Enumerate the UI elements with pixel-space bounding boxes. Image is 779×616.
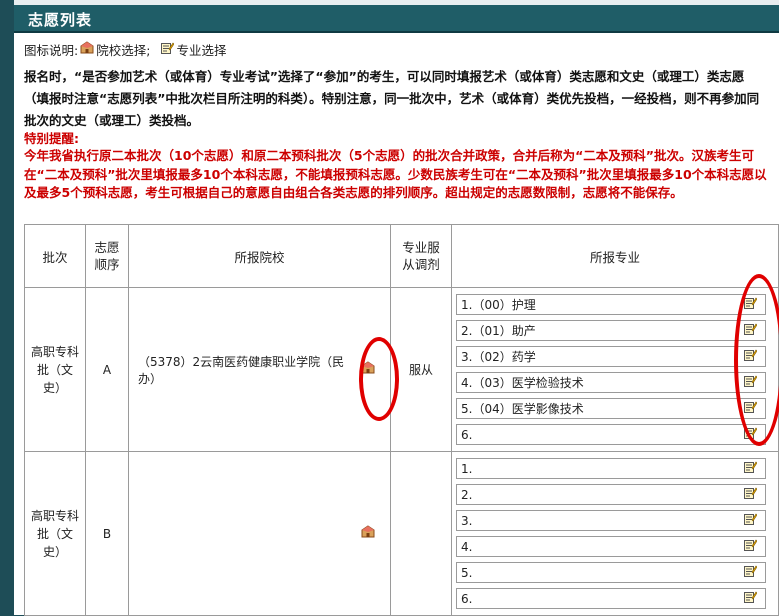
major-label: 6. [461, 427, 473, 442]
header-batch: 批次 [24, 224, 86, 288]
header-adjust: 专业服从调剂 [390, 224, 452, 288]
list-item: 5.（04）医学影像技术 [456, 398, 766, 419]
list-item: 2. [456, 484, 766, 505]
header-majors: 所报专业 [451, 224, 779, 288]
edit-note-icon[interactable] [743, 564, 758, 581]
edit-note-icon[interactable] [743, 486, 758, 503]
legend-prefix: 图标说明: [24, 43, 79, 58]
major-label: 3. [461, 513, 473, 528]
major-label: 6. [461, 591, 473, 606]
annotation-ring-school [359, 337, 399, 421]
list-item: 4. [456, 536, 766, 557]
row-a-school-cell: （5378）2云南医药健康职业学院（民办） [128, 287, 391, 452]
major-label: 4. [461, 539, 473, 554]
reminder-title: 特别提醒: [24, 131, 79, 146]
wish-table: 批次 志愿顺序 所报院校 专业服从调剂 所报专业 高职专科批（文史） A （53… [24, 224, 779, 616]
row-a-batch: 高职专科批（文史） [24, 287, 86, 452]
row-b-school-cell [128, 451, 391, 616]
legend-school-label: 院校选择; [96, 43, 151, 58]
list-item: 3.（02）药学 [456, 346, 766, 367]
title-bar: 志愿列表 [14, 0, 779, 33]
major-label: 1. [461, 461, 473, 476]
row-b-order: B [85, 451, 129, 616]
house-icon[interactable] [361, 525, 375, 542]
row-a-majors-cell: 1.（00）护理 2.（01）助产 3.（02）药学 4.（03）医学检验技术 5.（0… [451, 287, 779, 452]
major-label: 2.（01）助产 [461, 324, 536, 338]
list-item: 6. [456, 424, 766, 445]
row-b-majors-cell: 1. 2. 3. 4. 5. 6. [451, 451, 779, 616]
edit-note-icon [160, 41, 175, 58]
row-a-order: A [85, 287, 129, 452]
row-b-adjust [390, 451, 452, 616]
major-label: 4.（03）医学检验技术 [461, 376, 584, 390]
list-item: 2.（01）助产 [456, 320, 766, 341]
list-item: 3. [456, 510, 766, 531]
header-school: 所报院校 [128, 224, 391, 288]
major-label: 3.（02）药学 [461, 350, 536, 364]
row-a-school-name: （5378）2云南医药健康职业学院（民办） [138, 354, 345, 386]
table-row: 高职专科批（文史） A （5378）2云南医药健康职业学院（民办） 服从 1.（… [24, 287, 779, 452]
legend-major-label: 专业选择 [176, 43, 227, 58]
wish-list-panel: 志愿列表 图标说明: 院校选择; 专业选择 报名时，“是否参加艺术（或体育）专业… [14, 0, 779, 616]
major-label: 1.（00）护理 [461, 298, 536, 312]
list-item: 6. [456, 588, 766, 609]
major-label: 5.（04）医学影像技术 [461, 402, 584, 416]
edit-note-icon[interactable] [743, 538, 758, 555]
major-label: 5. [461, 565, 473, 580]
edit-note-icon[interactable] [743, 590, 758, 607]
row-b-batch: 高职专科批（文史） [24, 451, 86, 616]
table-row: 高职专科批（文史） B 1. 2. 3. 4. 5. 6. [24, 451, 779, 616]
major-label: 2. [461, 487, 473, 502]
list-item: 1.（00）护理 [456, 294, 766, 315]
reminder-text: 今年我省执行原二本批次（10个志愿）和原二本预科批次（5个志愿）的批次合并政策，… [24, 148, 767, 200]
annotation-ring-majors [734, 274, 779, 446]
notice-text: 报名时，“是否参加艺术（或体育）专业考试”选择了“参加”的考生，可以同时填报艺术… [24, 69, 760, 128]
edit-note-icon[interactable] [743, 460, 758, 477]
house-icon [80, 41, 94, 58]
table-header-row: 批次 志愿顺序 所报院校 专业服从调剂 所报专业 [24, 224, 779, 288]
page-title: 志愿列表 [28, 11, 93, 29]
title-bar-stripe [14, 0, 779, 5]
list-item: 5. [456, 562, 766, 583]
header-order: 志愿顺序 [85, 224, 129, 288]
icon-legend: 图标说明: 院校选择; 专业选择 [24, 40, 226, 59]
row-a-adjust: 服从 [390, 287, 452, 452]
edit-note-icon[interactable] [743, 512, 758, 529]
list-item: 4.（03）医学检验技术 [456, 372, 766, 393]
list-item: 1. [456, 458, 766, 479]
